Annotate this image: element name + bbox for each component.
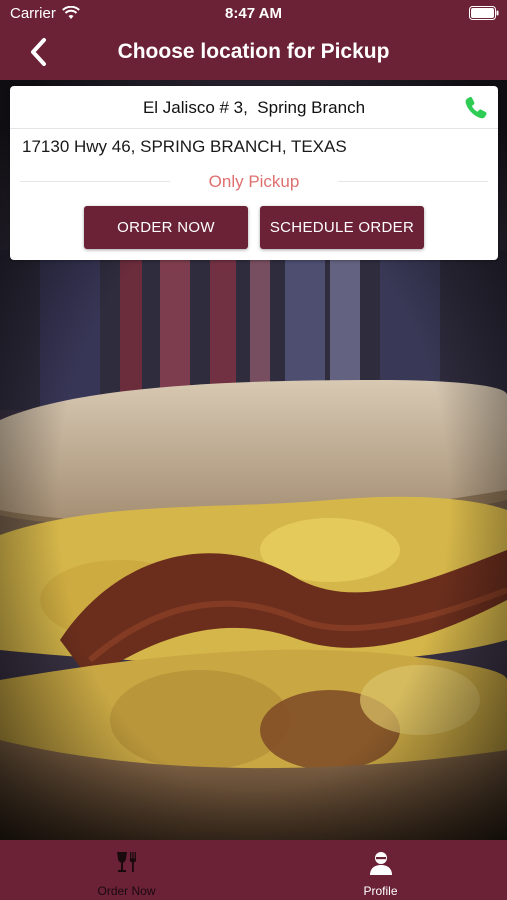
page-title: Choose location for Pickup: [117, 40, 390, 63]
pickup-mode-row: Only Pickup: [10, 172, 498, 192]
order-now-button[interactable]: ORDER NOW: [84, 206, 248, 249]
status-bar: Carrier 8:47 AM: [0, 0, 507, 28]
store-address: 17130 Hwy 46, SPRING BRANCH, TEXAS: [22, 137, 347, 156]
card-divider: [10, 128, 498, 129]
user-icon: [369, 852, 392, 875]
pickup-mode-label: Only Pickup: [208, 172, 300, 191]
battery-icon: [469, 6, 499, 20]
app-header: Carrier 8:47 AM Choose location for Pick…: [0, 0, 507, 80]
store-name: El Jalisco # 3, Spring Branch: [142, 98, 366, 117]
tab-order-now-label: Order Now: [97, 884, 156, 898]
schedule-order-button[interactable]: SCHEDULE ORDER: [260, 206, 424, 249]
phone-icon[interactable]: [462, 94, 490, 122]
tab-order-now[interactable]: Order Now: [0, 840, 253, 900]
utensils-icon: [116, 852, 136, 872]
tab-profile[interactable]: Profile: [254, 840, 507, 900]
status-time: 8:47 AM: [225, 5, 282, 22]
tab-profile-label: Profile: [363, 884, 398, 898]
location-card: El Jalisco # 3, Spring Branch 17130 Hwy …: [10, 86, 498, 260]
tab-bar: Order Now Profile: [0, 840, 507, 900]
